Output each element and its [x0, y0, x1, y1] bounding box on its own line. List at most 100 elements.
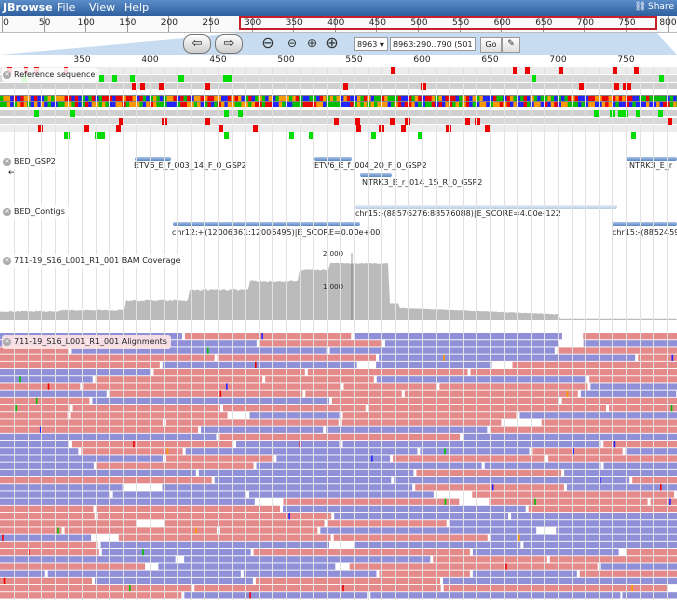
base-rev [527, 102, 531, 107]
base-fwd [567, 96, 572, 101]
mismatch-mark [505, 563, 507, 570]
link-icon: ⛓ [634, 2, 647, 12]
track-label-refseq[interactable]: ✕ Reference sequence [2, 68, 100, 82]
bed-feature-label[interactable]: NTRK3_E_r [629, 161, 672, 170]
read-forward [561, 397, 677, 405]
grid-line [340, 67, 341, 600]
read-reverse [184, 556, 431, 563]
grid-line [626, 67, 627, 600]
close-icon[interactable]: ✕ [3, 158, 11, 166]
bed-feature-bar[interactable] [360, 173, 392, 177]
mismatch-mark [255, 361, 257, 369]
refseq-frame-row [0, 67, 677, 74]
base-fwd [363, 96, 368, 101]
base-fwd [537, 96, 541, 101]
base-rev [397, 102, 402, 107]
read-reverse [622, 592, 677, 599]
close-icon[interactable]: ✕ [3, 208, 11, 216]
base-rev [255, 102, 259, 107]
zoom-out-button[interactable]: ⊖ [283, 34, 301, 52]
close-icon[interactable]: ✕ [3, 257, 11, 265]
base-rev [506, 102, 510, 107]
read-forward [490, 426, 677, 433]
codon-mark [224, 132, 229, 139]
base-fwd [656, 96, 660, 101]
zoom-in-big-button[interactable]: ⊕ [323, 34, 341, 52]
grid-line [123, 67, 124, 600]
track-label-text: BED_Contigs [14, 207, 65, 216]
base-rev [574, 102, 578, 107]
base-rev [615, 102, 619, 107]
base-fwd [265, 96, 269, 101]
refseq-frame-row [0, 125, 677, 132]
read-reverse [564, 469, 677, 477]
base-fwd [659, 96, 663, 101]
base-rev [289, 102, 293, 107]
base-rev [142, 102, 147, 107]
base-rev [567, 102, 572, 107]
base-rev [119, 102, 123, 107]
base-fwd [166, 96, 170, 101]
mismatch-mark [491, 484, 494, 491]
base-fwd [333, 96, 337, 101]
grid-line [653, 67, 654, 600]
close-icon[interactable]: ✕ [3, 71, 11, 79]
grid-line [177, 67, 178, 600]
pan-left-button[interactable]: ⇦ [183, 34, 211, 54]
location-input[interactable]: 8963:290..790 (501 b) [390, 37, 476, 63]
base-fwd [3, 96, 7, 101]
base-fwd [319, 96, 323, 101]
read-reverse [158, 563, 336, 570]
base-rev [306, 102, 310, 107]
base-rev [629, 102, 633, 107]
track-label-text: 711-19_S16_L001_R1_001 BAM Coverage [14, 256, 181, 265]
base-fwd [316, 96, 320, 101]
share-button[interactable]: ⛓ Share [635, 2, 674, 12]
codon-mark [371, 132, 376, 139]
contig-feature-label[interactable]: chr15:-(88576276:88576088)|E_SCORE=4.00e… [355, 209, 561, 218]
pan-right-button[interactable]: ⇨ [215, 34, 243, 54]
mismatch-mark [195, 527, 197, 534]
contig-feature-bar[interactable] [173, 222, 360, 226]
grid-line [463, 67, 464, 600]
zoom-in-button[interactable]: ⊕ [303, 34, 321, 52]
track-area[interactable]: ✕ Reference sequence ✕ BED_GSP2 ✕ BED_Conti… [0, 67, 677, 600]
go-button[interactable]: Go [480, 37, 502, 53]
bed-feature-label[interactable]: ETV6_E_f_004_20_F_0_GSP2 [314, 161, 427, 170]
refseq-select[interactable]: 8963 ▾ [354, 37, 388, 51]
base-rev [363, 102, 368, 107]
zoom-out-big-button[interactable]: ⊖ [259, 34, 277, 52]
coverage-histogram[interactable] [0, 262, 677, 320]
grid-line [395, 67, 396, 600]
base-fwd [629, 96, 633, 101]
read-reverse [583, 340, 677, 347]
grid-line [517, 67, 518, 600]
base-rev [346, 102, 351, 107]
grid-line [109, 67, 110, 600]
base-fwd [646, 96, 650, 101]
base-rev [510, 102, 514, 107]
mismatch-mark [659, 484, 662, 491]
track-label-coverage[interactable]: ✕ 711-19_S16_L001_R1_001 BAM Coverage [2, 254, 185, 268]
track-label-bed-contigs[interactable]: ✕ BED_Contigs [2, 205, 69, 219]
menu-help[interactable]: Help [124, 1, 149, 14]
read-forward [393, 455, 546, 462]
close-icon[interactable]: ✕ [3, 338, 11, 346]
base-fwd [533, 96, 538, 101]
visible-region-highlight[interactable] [239, 16, 657, 30]
track-label-alignments[interactable]: ✕ 711-19_S16_L001_R1_001 Alignments [2, 335, 171, 349]
highlight-button[interactable]: ✎ [502, 37, 520, 53]
base-rev [465, 102, 470, 107]
base-rev [632, 102, 636, 107]
track-label-bed-gsp2[interactable]: ✕ BED_GSP2 [2, 155, 60, 169]
base-fwd [44, 96, 48, 101]
read-forward [589, 376, 677, 383]
base-rev [207, 102, 211, 107]
mismatch-mark [19, 376, 21, 383]
base-fwd [102, 96, 106, 101]
track-label-text: BED_GSP2 [14, 157, 56, 166]
refseq-frame-row [0, 110, 677, 116]
menu-file[interactable]: File [57, 1, 75, 14]
base-rev [88, 102, 92, 107]
menu-view[interactable]: View [89, 1, 115, 14]
